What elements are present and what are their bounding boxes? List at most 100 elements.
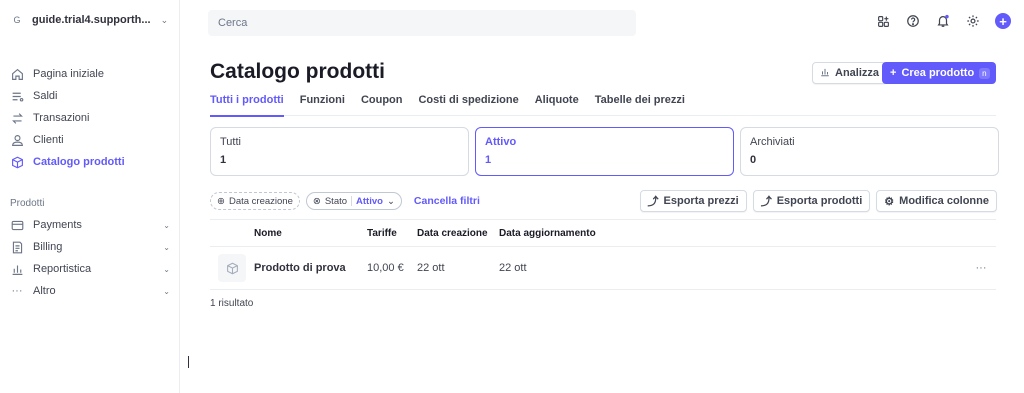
tab-pricing-tables[interactable]: Tabelle dei prezzi — [595, 94, 685, 116]
filter-label: Data creazione — [228, 195, 293, 207]
result-count: 1 risultato — [210, 298, 254, 309]
edit-columns-label: Modifica colonne — [899, 195, 989, 207]
account-avatar: G — [13, 15, 21, 25]
header-name[interactable]: Nome — [254, 228, 367, 239]
card-active[interactable]: Attivo 1 — [475, 127, 734, 176]
edit-columns-button[interactable]: ⚙ Modifica colonne — [876, 190, 997, 212]
sidebar-item-transactions[interactable]: Transazioni — [10, 107, 170, 129]
chevron-down-icon: ⌄ — [386, 195, 395, 207]
card-count: 0 — [750, 154, 757, 166]
keyboard-shortcut: n — [979, 67, 990, 79]
chevron-down-icon: ⌄ — [163, 264, 170, 274]
export-icon: ⤴ — [647, 196, 659, 208]
tab-shipping-rates[interactable]: Costi di spedizione — [418, 94, 518, 116]
search-bar[interactable] — [208, 10, 636, 36]
card-label: Archiviati — [750, 136, 795, 148]
clear-filters-link[interactable]: Cancella filtri — [414, 195, 480, 207]
invoice-icon — [10, 240, 24, 254]
card-label: Tutti — [220, 136, 241, 148]
sidebar: G guide.trial4.supporth... ⌄ Pagina iniz… — [0, 0, 180, 393]
product-price: 10,00 € — [367, 262, 404, 274]
analyze-label: Analizza — [835, 67, 880, 79]
header-price[interactable]: Tariffe — [367, 228, 417, 239]
product-image-placeholder — [218, 254, 246, 282]
plus-icon: + — [890, 67, 897, 79]
text-cursor — [188, 356, 189, 368]
primary-nav: Pagina iniziale Saldi Transazioni Client… — [10, 63, 170, 173]
table-row[interactable]: Prodotto di prova 10,00 € 22 ott 22 ott … — [210, 247, 996, 290]
product-updated: 22 ott — [499, 262, 527, 274]
sidebar-item-reports[interactable]: Reportistica ⌄ — [10, 258, 170, 280]
sidebar-item-label: Transazioni — [33, 112, 90, 124]
table-header: Nome Tariffe Data creazione Data aggiorn… — [210, 219, 996, 247]
account-name: guide.trial4.supporth... — [32, 14, 151, 26]
remove-filter-icon[interactable]: ⊗ — [313, 196, 321, 207]
tab-features[interactable]: Funzioni — [300, 94, 345, 116]
sidebar-item-more[interactable]: ··· Altro ⌄ — [10, 280, 171, 302]
tab-bar: Tutti i prodotti Funzioni Coupon Costi d… — [210, 94, 996, 117]
product-created: 22 ott — [417, 262, 445, 274]
product-name[interactable]: Prodotto di prova — [254, 262, 367, 274]
tab-coupons[interactable]: Coupon — [361, 94, 403, 116]
filter-status[interactable]: ⊗ Stato Attivo ⌄ — [305, 192, 402, 210]
sidebar-item-label: Catalogo prodotti — [33, 156, 125, 168]
analyze-button[interactable]: Analizza — [812, 62, 888, 84]
sidebar-item-label: Payments — [33, 219, 82, 231]
settings-icon[interactable] — [964, 12, 982, 30]
sidebar-item-billing[interactable]: Billing ⌄ — [10, 236, 170, 258]
card-count: 1 — [220, 154, 227, 166]
export-products-button[interactable]: ⤴ Esporta prodotti — [752, 190, 871, 212]
bar-chart-icon — [820, 67, 830, 80]
sidebar-item-balances[interactable]: Saldi — [10, 85, 170, 107]
more-icon: ··· — [11, 285, 23, 297]
export-icon: ⤴ — [760, 196, 772, 208]
tab-all-products[interactable]: Tutti i prodotti — [210, 94, 284, 117]
header-updated[interactable]: Data aggiornamento — [499, 228, 699, 239]
export-prices-button[interactable]: ⤴ Esporta prezzi — [639, 190, 747, 212]
person-icon — [10, 133, 24, 147]
secondary-nav: Payments ⌄ Billing ⌄ Reportistica ⌄ ··· … — [10, 214, 170, 302]
search-input[interactable] — [218, 17, 598, 29]
chevron-down-icon: ⌄ — [160, 14, 169, 25]
tab-tax-rates[interactable]: Aliquote — [535, 94, 579, 116]
status-filter-cards: Tutti 1 Attivo 1 Archiviati 0 — [210, 127, 999, 176]
page-title: Catalogo prodotti — [210, 60, 385, 83]
arrows-icon — [10, 111, 24, 125]
create-new-icon[interactable]: + — [994, 12, 1012, 30]
sidebar-item-label: Pagina iniziale — [33, 68, 104, 80]
products-table: Nome Tariffe Data creazione Data aggiorn… — [210, 219, 996, 290]
home-icon — [10, 67, 24, 81]
sidebar-item-home[interactable]: Pagina iniziale — [10, 63, 170, 85]
sidebar-item-customers[interactable]: Clienti — [10, 129, 170, 151]
chevron-down-icon: ⌄ — [163, 286, 170, 296]
card-archived[interactable]: Archiviati 0 — [740, 127, 999, 176]
filter-bar: ⊕ Data creazione ⊗ Stato Attivo ⌄ Cancel… — [210, 192, 480, 210]
sidebar-item-payments[interactable]: Payments ⌄ — [10, 214, 170, 236]
sidebar-item-product-catalog[interactable]: Catalogo prodotti — [10, 151, 170, 173]
top-toolbar: + — [874, 12, 1012, 30]
row-more-icon[interactable]: ··· — [966, 262, 996, 274]
row-thumb — [210, 254, 254, 282]
export-products-label: Esporta prodotti — [776, 195, 863, 207]
create-product-button[interactable]: + Crea prodotto n — [882, 62, 996, 84]
header-created[interactable]: Data creazione — [417, 228, 499, 239]
card-icon — [10, 218, 24, 232]
table-actions: ⤴ Esporta prezzi ⤴ Esporta prodotti ⚙ Mo… — [639, 190, 997, 212]
sidebar-item-label: Clienti — [33, 134, 64, 146]
filter-value: Attivo — [356, 195, 383, 207]
card-all[interactable]: Tutti 1 — [210, 127, 469, 176]
filter-date-created[interactable]: ⊕ Data creazione — [210, 192, 300, 210]
apps-icon[interactable] — [874, 12, 892, 30]
sidebar-item-label: Billing — [33, 241, 63, 253]
export-prices-label: Esporta prezzi — [663, 195, 739, 207]
gear-icon: ⚙ — [884, 195, 895, 208]
filter-label: Stato — [324, 195, 348, 207]
sidebar-item-label: Reportistica — [33, 263, 92, 275]
help-icon[interactable] — [904, 12, 922, 30]
sidebar-section-label: Prodotti — [10, 198, 45, 209]
chevron-down-icon: ⌄ — [163, 242, 170, 252]
notifications-icon[interactable] — [934, 12, 952, 30]
plus-circle-icon: ⊕ — [217, 195, 225, 207]
chart-icon — [10, 262, 24, 276]
account-switcher[interactable]: G guide.trial4.supporth... ⌄ — [10, 8, 168, 32]
